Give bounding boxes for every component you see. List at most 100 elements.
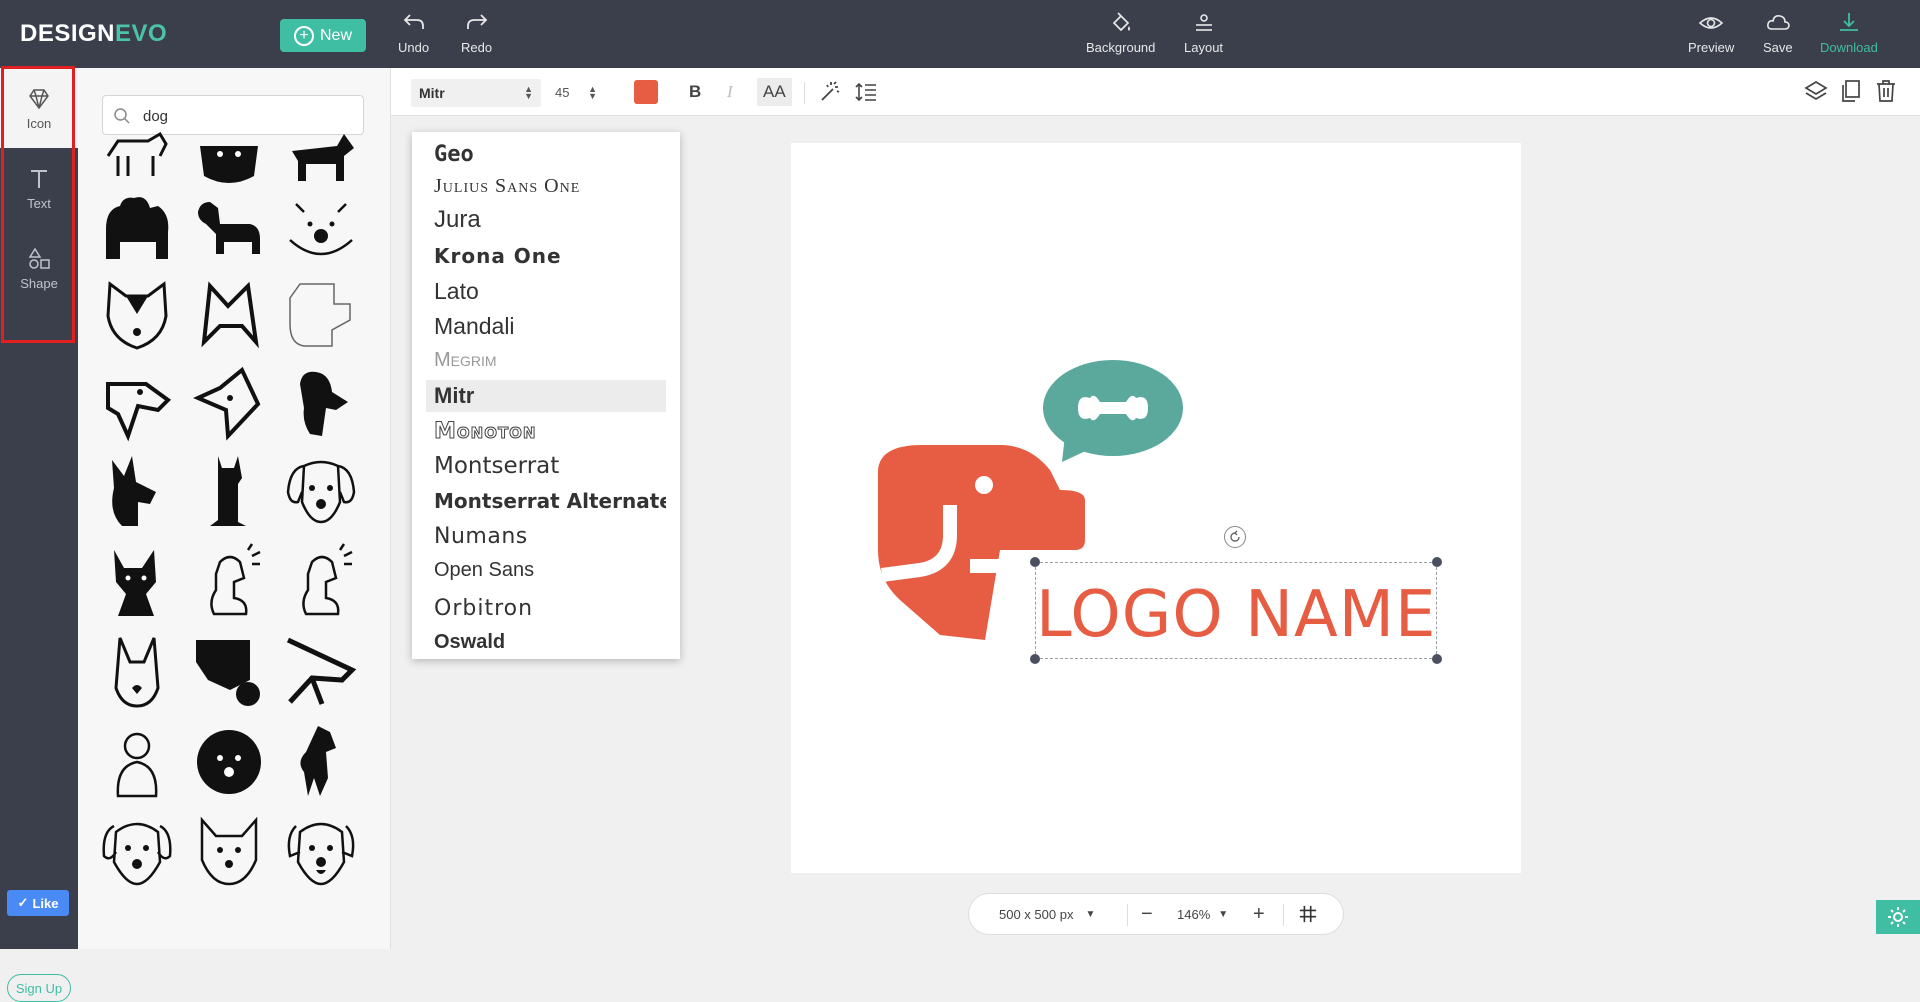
zoom-level-value: 146% [1177,906,1211,922]
grid-toggle-button[interactable] [1299,894,1317,934]
font-dropdown: Geo Julius Sans One Jura Krona One Lato … [412,132,680,659]
dog-head-icon[interactable] [282,364,360,442]
font-option-mitr[interactable]: Mitr [426,380,666,412]
eye-icon [1698,17,1724,29]
layers-icon[interactable] [1803,78,1829,104]
zoom-out-button[interactable]: − [1141,894,1153,934]
font-option-monoton[interactable]: Monoton [426,415,666,447]
rail-item-shape[interactable]: Shape [0,228,78,308]
font-option-julius-sans-one[interactable]: Julius Sans One [426,170,666,202]
undo-button[interactable]: Undo [398,10,429,55]
effects-button[interactable] [819,78,841,106]
font-option-montserrat[interactable]: Montserrat [426,450,666,482]
like-label: Like [32,895,59,911]
caret-down-icon: ▼ [1085,908,1096,920]
save-button[interactable]: Save [1763,10,1793,55]
dog-head-icon[interactable] [98,364,176,442]
text-color-swatch[interactable] [634,80,658,104]
new-button[interactable]: + New [280,19,366,52]
zoom-level-select[interactable]: 146% ▼ [1177,894,1228,934]
husky-icon[interactable] [98,274,176,352]
layout-icon [1195,14,1212,31]
dog-sitting-icon[interactable] [190,452,268,530]
dog-face-icon[interactable] [282,452,360,530]
trash-icon[interactable] [1873,78,1899,104]
background-label: Background [1086,40,1156,55]
download-button[interactable]: Download [1820,10,1878,55]
preview-button[interactable]: Preview [1688,10,1734,55]
zoom-in-button[interactable]: + [1253,894,1265,934]
uppercase-button[interactable]: AA [757,78,792,106]
dog-standing-icon[interactable] [282,722,360,800]
resize-handle-nw[interactable] [1030,557,1040,567]
font-option-numans[interactable]: Numans [426,520,666,552]
updown-icon: ▲ ▼ [588,84,597,101]
like-button[interactable]: ✓ Like [7,890,69,916]
dog-icon[interactable] [190,106,268,184]
cat-face-icon[interactable] [190,812,268,890]
caret-down-icon: ▼ [1218,908,1229,920]
bold-button[interactable]: B [689,78,701,106]
dog-icon[interactable] [282,106,360,184]
dog-running-icon[interactable] [282,632,360,710]
toolbar-divider [804,82,805,104]
dog-face-icon[interactable] [98,812,176,890]
puppy-icon[interactable] [98,722,176,800]
undo-icon [403,14,424,29]
rail-item-icon[interactable]: Icon [0,68,78,148]
font-option-open-sans[interactable]: Open Sans [426,554,666,586]
settings-button[interactable] [1876,900,1920,934]
canvas-size-select[interactable]: 500 x 500 px ▼ [999,894,1095,934]
redo-button[interactable]: Redo [461,10,492,55]
font-option-orbitron[interactable]: Orbitron [426,592,666,624]
dog-sitting-line-icon[interactable] [190,542,268,620]
font-option-megrim[interactable]: Megrim [426,344,666,376]
cloud-icon [1766,15,1790,30]
font-option-geo[interactable]: Geo [426,138,666,170]
dog-outline-icon[interactable] [282,274,360,352]
dog-sitting-line-icon[interactable] [282,542,360,620]
font-option-montserrat-alternates[interactable]: Montserrat Alternates [426,485,666,517]
fox-dog-icon[interactable] [190,274,268,352]
resize-handle-ne[interactable] [1432,557,1442,567]
font-option-lato[interactable]: Lato [426,275,666,307]
redo-label: Redo [461,40,493,55]
dog-face-line-icon[interactable] [282,184,360,262]
rabbit-dog-icon[interactable] [98,632,176,710]
spacing-button[interactable] [855,78,877,106]
resize-handle-sw[interactable] [1030,654,1040,664]
dog-head-icon[interactable] [190,364,268,442]
left-rail: Icon Text Shape ✓ Like Sign Up [0,68,78,1002]
shapes-icon [28,247,50,269]
retriever-icon[interactable] [190,184,268,262]
download-icon [1839,13,1858,31]
italic-button[interactable]: I [727,78,733,106]
zoom-divider [1127,904,1128,926]
dog-face-solid-icon[interactable] [190,722,268,800]
line-spacing-icon [855,82,876,102]
dog-icon[interactable] [98,106,176,184]
new-button-label: New [319,26,352,44]
font-option-mandali[interactable]: Mandali [426,310,666,342]
dog-face-tongue-icon[interactable] [282,812,360,890]
signup-button[interactable]: Sign Up [7,974,71,1002]
resize-handle-se[interactable] [1432,654,1442,664]
layout-button[interactable]: Layout [1184,10,1223,55]
brand-logo[interactable]: DESIGNEVO [20,20,167,48]
font-option-oswald[interactable]: Oswald [426,626,666,658]
dog-bust-icon[interactable] [98,542,176,620]
font-option-jura[interactable]: Jura [426,204,666,236]
brand-logo-evo: EVO [115,20,168,47]
pug-icon[interactable] [98,184,176,262]
font-option-krona-one[interactable]: Krona One [426,240,666,272]
rotate-handle[interactable] [1224,526,1246,548]
duplicate-icon[interactable] [1838,78,1864,104]
diamond-icon [29,88,49,109]
background-button[interactable]: Background [1086,10,1155,55]
dog-paw-icon[interactable] [190,632,268,710]
rail-item-text[interactable]: Text [0,148,78,228]
dog-silhouette-icon[interactable] [98,452,176,530]
font-size-select[interactable]: 45 ▲ ▼ [551,79,601,107]
gear-icon [1888,907,1908,927]
font-family-select[interactable]: Mitr ▲ ▼ [411,79,541,107]
